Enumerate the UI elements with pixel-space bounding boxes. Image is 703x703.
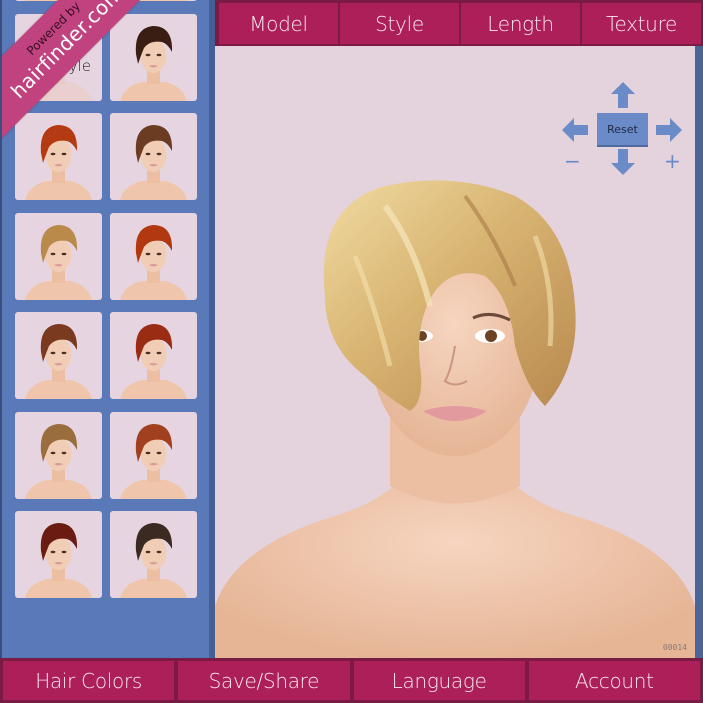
hairstyle-thumbnail-image <box>120 25 187 101</box>
tab-model[interactable]: Model <box>219 3 338 44</box>
hairstyle-thumbnail-auburn-bob[interactable] <box>110 411 197 499</box>
arrow-left-icon[interactable] <box>562 118 588 142</box>
hairstyle-thumbnail-red-tousled[interactable] <box>110 212 197 300</box>
account-button[interactable]: Account <box>528 661 700 700</box>
hairstyle-thumbnail-image <box>120 125 187 200</box>
save-share-button[interactable]: Save/Share <box>178 661 350 700</box>
hairstyle-thumbnail-auburn-curly-bob[interactable] <box>15 312 102 399</box>
hairstyle-thumbnail-brown-curly[interactable] <box>110 113 197 200</box>
hairstyle-thumbnail-light-brown-shag[interactable] <box>15 411 102 499</box>
arrow-down-icon[interactable] <box>611 149 635 175</box>
bottom-nav: Hair Colors Save/Share Language Account <box>0 658 703 703</box>
hairstyle-thumbnail-image <box>120 324 187 399</box>
hairstyle-thumbnail-copper-asymmetric-pixie[interactable] <box>15 113 102 200</box>
arrow-right-icon[interactable] <box>656 118 682 142</box>
top-nav: Model Style Length Texture <box>215 0 703 46</box>
hairstyle-sidebar[interactable]: Selected hairstyle Powered by hairfinder… <box>0 0 215 660</box>
hairstyle-thumbnail-dark-red-long[interactable] <box>15 511 102 598</box>
tab-texture[interactable]: Texture <box>582 3 701 44</box>
hairstyle-thumbnail-image <box>120 523 187 598</box>
hairstyle-thumbnail-image <box>25 423 92 499</box>
reset-button[interactable]: Reset <box>597 113 648 145</box>
hairstyle-thumbnail-dark-brown-bangs[interactable] <box>110 511 197 598</box>
hairstyle-thumbnail-image <box>25 523 92 598</box>
hairstyle-thumbnail-image <box>25 324 92 399</box>
hairstyle-thumbnail-image <box>25 224 92 300</box>
tab-length[interactable]: Length <box>461 3 580 44</box>
model-id-label: 00014 <box>662 643 687 652</box>
zoom-in-button[interactable]: + <box>664 151 681 171</box>
hair-colors-button[interactable]: Hair Colors <box>3 661 175 700</box>
stage-scrollbar[interactable] <box>695 46 703 660</box>
hairstyle-thumbnail-red-layered-long[interactable] <box>110 312 197 399</box>
tab-style[interactable]: Style <box>340 3 459 44</box>
hairstyle-thumbnail-honey-blonde-shag[interactable] <box>15 212 102 300</box>
hairstyle-thumbnail-image <box>120 423 187 499</box>
hairstyle-thumbnail-image <box>120 224 187 300</box>
zoom-out-button[interactable]: − <box>564 151 581 171</box>
position-controls: Reset − + <box>560 80 686 180</box>
language-button[interactable]: Language <box>353 661 525 700</box>
hairstyle-thumbnail-image <box>25 125 92 200</box>
arrow-up-icon[interactable] <box>611 82 635 108</box>
hairstyle-thumbnail-dark-brown-pixie[interactable] <box>110 13 197 101</box>
